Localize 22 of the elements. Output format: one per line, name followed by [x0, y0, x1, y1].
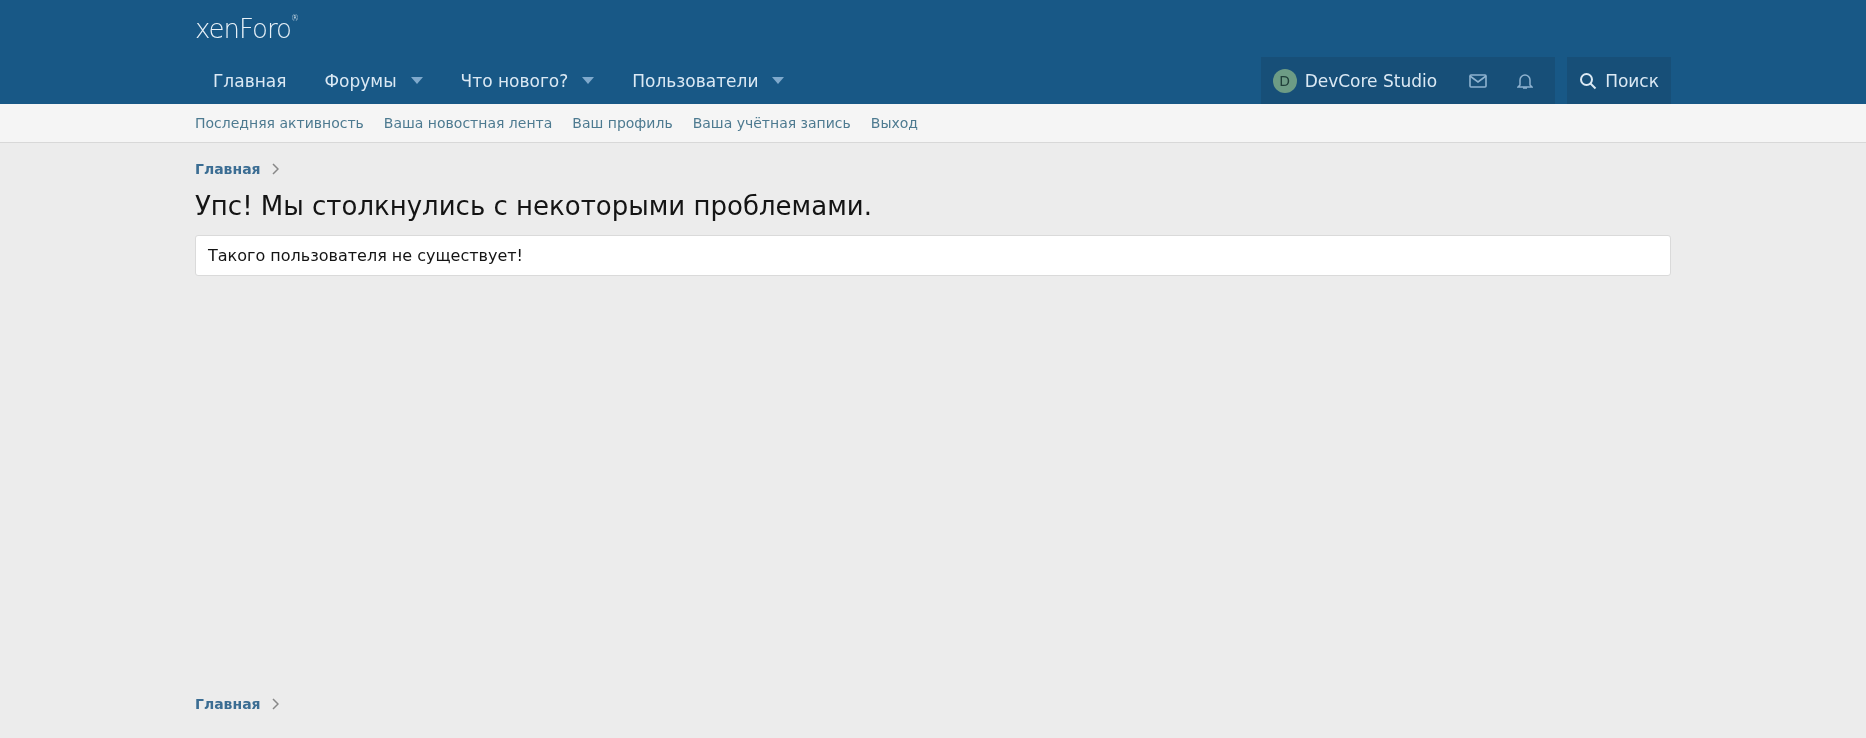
search-icon — [1579, 71, 1598, 90]
avatar: D — [1272, 68, 1297, 93]
site-logo[interactable]: xenForo$^{®}$ — [195, 13, 299, 44]
breadcrumb-link[interactable]: Главная — [195, 161, 261, 177]
envelope-icon — [1469, 73, 1488, 88]
search-button[interactable]: Поиск — [1567, 57, 1671, 104]
error-message: Такого пользователя не существует! — [195, 235, 1671, 276]
sub-nav-link[interactable]: Выход — [870, 115, 919, 131]
page-title: Упс! Мы столкнулись с некоторыми проблемами. — [195, 191, 873, 221]
breadcrumb-link[interactable]: Главная — [195, 696, 261, 712]
nav-tab[interactable]: Главная — [195, 70, 297, 91]
sub-nav-link[interactable]: Ваша новостная лента — [383, 115, 553, 131]
bell-icon — [1517, 71, 1534, 90]
nav-tab[interactable]: Пользователи — [614, 70, 795, 91]
chevron-icon — [270, 698, 279, 710]
nav-tab[interactable]: Форумы — [306, 70, 433, 91]
sub-nav-link[interactable]: Ваша учётная запись — [692, 115, 851, 131]
sub-nav-link[interactable]: Последняя активность — [195, 115, 364, 131]
nav-tab[interactable]: Что нового? — [442, 70, 605, 91]
chevron-icon — [270, 163, 279, 175]
sub-nav-link[interactable]: Ваш профиль — [572, 115, 673, 131]
account-link[interactable]: D DevCore Studio — [1272, 68, 1452, 93]
